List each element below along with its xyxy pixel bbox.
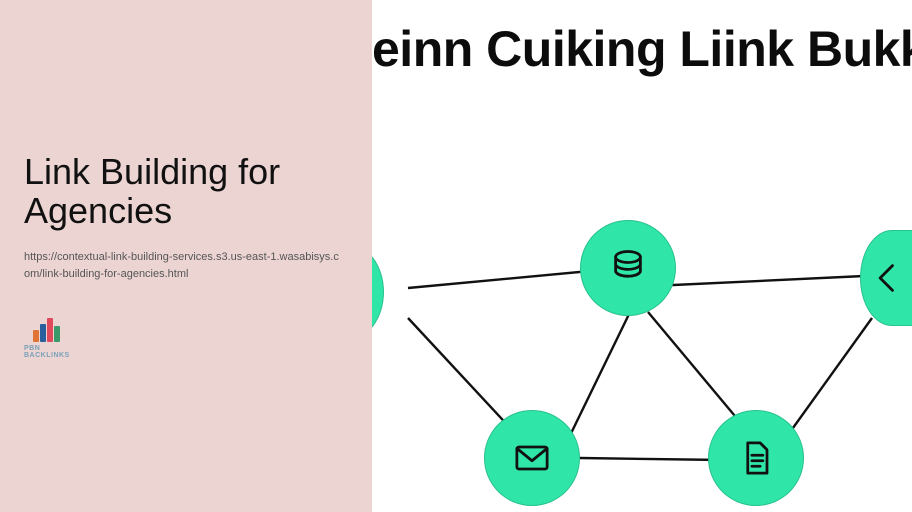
graph-edges bbox=[372, 160, 912, 512]
node-bottom-left bbox=[484, 410, 580, 506]
chevron-left-icon bbox=[865, 256, 909, 300]
logo-text: PBN BACKLINKS bbox=[24, 345, 72, 359]
brand-logo: PBN BACKLINKS bbox=[24, 317, 72, 359]
right-panel: einn Cuiking Liink Bukk ınotıo ıloet bbox=[372, 0, 912, 512]
left-panel: Link Building for Agencies https://conte… bbox=[0, 0, 372, 512]
database-icon bbox=[606, 246, 650, 290]
source-url: https://contextual-link-building-service… bbox=[24, 249, 344, 283]
logo-bars-icon bbox=[33, 317, 63, 342]
page-title: Link Building for Agencies bbox=[24, 153, 358, 231]
node-bottom-right bbox=[708, 410, 804, 506]
network-graph: ınotıo ıloet bbox=[372, 160, 912, 512]
node-top-center bbox=[580, 220, 676, 316]
illustration-heading: einn Cuiking Liink Bukk bbox=[372, 20, 912, 78]
document-icon bbox=[734, 436, 778, 480]
email-icon bbox=[510, 436, 554, 480]
